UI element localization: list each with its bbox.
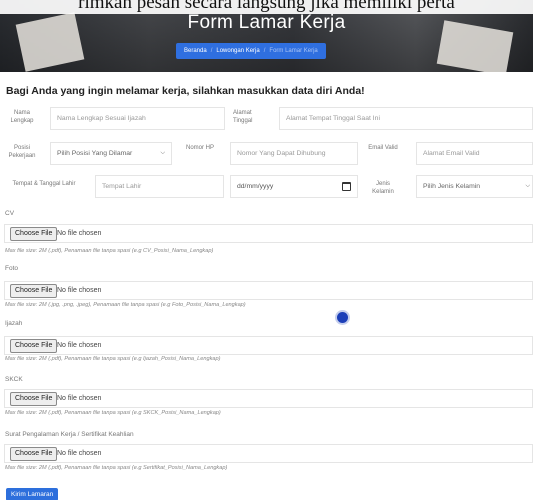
choose-file-button-cv[interactable]: Choose File bbox=[10, 227, 58, 241]
chevron-down-icon: ⌵ bbox=[160, 150, 165, 156]
posisi-select-value: Pilih Posisi Yang Dilamar bbox=[57, 150, 133, 157]
hp-input[interactable]: Nomor Yang Dapat Dihubung bbox=[230, 142, 358, 165]
breadcrumb-jobs[interactable]: Lowongan Kerja bbox=[216, 48, 259, 54]
label-posisi: Posisi Pekerjaan bbox=[8, 145, 36, 159]
upload-hint: Max file size: 2M (.pdf), Penamaan file … bbox=[5, 356, 221, 362]
upload-hint: Max file size: 2M (.pdf), Penamaan file … bbox=[5, 465, 228, 471]
breadcrumb-current: Form Lamar Kerja bbox=[269, 48, 318, 54]
posisi-select[interactable]: Pilih Posisi Yang Dilamar ⌵ bbox=[50, 142, 172, 165]
jk-select-value: Pilih Jenis Kelamin bbox=[423, 183, 481, 190]
tempat-lahir-input[interactable]: Tempat Lahir bbox=[95, 175, 224, 198]
choose-file-button-sertifikat[interactable]: Choose File bbox=[10, 447, 58, 461]
upload-label-sertifikat: Surat Pengalaman Kerja / Sertifikat Keah… bbox=[5, 431, 134, 438]
date-placeholder: dd/mm/yyyy bbox=[237, 183, 274, 190]
label-email: Email Valid bbox=[368, 145, 398, 151]
upload-label-foto: Foto bbox=[5, 265, 19, 272]
alamat-input[interactable]: Alamat Tempat Tinggal Saat Ini bbox=[279, 107, 533, 130]
label-nama: Nama Lengkap bbox=[10, 110, 34, 124]
form-heading: Bagi Anda yang ingin melamar kerja, sila… bbox=[6, 85, 365, 97]
label-alamat: Alamat Tinggal bbox=[233, 110, 253, 124]
page-title: Form Lamar Kerja bbox=[187, 12, 346, 33]
choose-file-button-foto[interactable]: Choose File bbox=[10, 284, 58, 298]
file-status: No file chosen bbox=[57, 230, 102, 237]
file-status: No file chosen bbox=[57, 395, 102, 402]
upload-foto: Choose File No file chosen bbox=[4, 281, 533, 300]
upload-cv: Choose File No file chosen bbox=[4, 224, 533, 243]
submit-button[interactable]: Kirim Lamaran bbox=[6, 488, 59, 500]
upload-ijazah: Choose File No file chosen bbox=[4, 336, 533, 355]
breadcrumb-home[interactable]: Beranda bbox=[184, 48, 207, 54]
upload-label-ijazah: Ijazah bbox=[5, 320, 23, 327]
label-ttl: Tempat & Tanggal Lahir bbox=[12, 181, 76, 187]
choose-file-button-skck[interactable]: Choose File bbox=[10, 392, 58, 406]
jenis-kelamin-select[interactable]: Pilih Jenis Kelamin ⌵ bbox=[416, 175, 533, 198]
label-hp: Nomor HP bbox=[186, 145, 215, 151]
cursor-indicator bbox=[337, 312, 348, 323]
nama-input[interactable]: Nama Lengkap Sesuai Ijazah bbox=[50, 107, 225, 130]
upload-sertifikat: Choose File No file chosen bbox=[4, 444, 533, 463]
calendar-icon[interactable] bbox=[342, 182, 351, 191]
upload-label-cv: CV bbox=[5, 210, 15, 217]
label-jk: Jenis Kelamin bbox=[372, 181, 394, 195]
chevron-down-icon: ⌵ bbox=[525, 183, 530, 189]
upload-hint: Max file size: 2M (.pdf), Penamaan file … bbox=[5, 410, 221, 416]
upload-skck: Choose File No file chosen bbox=[4, 389, 533, 408]
upload-label-skck: SKCK bbox=[5, 376, 23, 383]
tanggal-lahir-input[interactable]: dd/mm/yyyy bbox=[230, 175, 358, 198]
choose-file-button-ijazah[interactable]: Choose File bbox=[10, 339, 58, 353]
email-input[interactable]: Alamat Email Valid bbox=[416, 142, 533, 165]
file-status: No file chosen bbox=[57, 287, 102, 294]
upload-hint: Max file size: 2M (.pdf), Penamaan file … bbox=[5, 248, 214, 254]
upload-hint: Max file size: 2M (.jpg, .png, .jpeg), P… bbox=[5, 302, 246, 308]
file-status: No file chosen bbox=[57, 342, 102, 349]
file-status: No file chosen bbox=[57, 450, 102, 457]
hero-banner: rimkan pesan secara langsung jika memili… bbox=[0, 0, 533, 72]
breadcrumb: Beranda / Lowongan Kerja / Form Lamar Kerja bbox=[176, 43, 326, 59]
